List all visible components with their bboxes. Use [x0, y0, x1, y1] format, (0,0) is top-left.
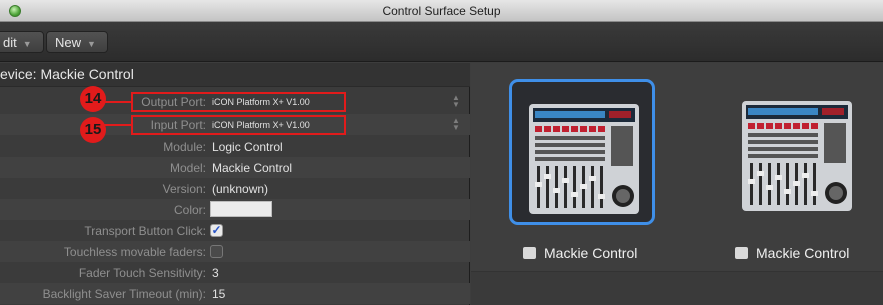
- transport-click-row: Transport Button Click: ✓: [0, 220, 470, 241]
- color-label: Color:: [173, 203, 206, 217]
- annotation-badge-14: 14: [80, 86, 106, 112]
- module-label: Module:: [163, 140, 206, 154]
- new-menu-button[interactable]: New ▼: [46, 31, 108, 53]
- module-value: Logic Control: [212, 140, 283, 154]
- window-titlebar: Control Surface Setup: [0, 0, 883, 22]
- device-browser-footer: [471, 271, 883, 305]
- version-label: Version:: [162, 182, 206, 196]
- annotation-leader-line: [103, 101, 132, 103]
- touchless-faders-checkbox[interactable]: [210, 245, 223, 258]
- up-down-stepper-icon[interactable]: ▲ ▼: [452, 94, 460, 109]
- device-tag-icon: [523, 247, 536, 259]
- device-tag-icon: [735, 247, 748, 259]
- device-header: evice: Mackie Control: [0, 63, 470, 87]
- color-row: Color:: [0, 199, 470, 220]
- edit-menu-label: dit: [3, 35, 17, 50]
- transport-click-label: Transport Button Click:: [84, 224, 206, 238]
- input-port-highlight: [131, 115, 346, 135]
- version-value: (unknown): [212, 182, 269, 196]
- annotation-badge-15: 15: [80, 117, 106, 143]
- version-row: Version: (unknown): [0, 178, 470, 199]
- device-tile-mackie-selected[interactable]: [509, 79, 655, 225]
- fader-touch-value[interactable]: 3: [212, 266, 219, 280]
- backlight-row[interactable]: Backlight Saver Timeout (min): 15: [0, 283, 470, 304]
- up-down-stepper-icon[interactable]: ▲ ▼: [452, 117, 460, 132]
- chevron-down-icon: ▼: [22, 39, 32, 49]
- module-row: Module: Logic Control: [0, 136, 470, 157]
- model-label: Model:: [169, 161, 206, 175]
- fader-touch-label: Fader Touch Sensitivity:: [78, 266, 206, 280]
- touchless-faders-label: Touchless movable faders:: [63, 245, 206, 259]
- transport-click-checkbox[interactable]: ✓: [210, 224, 223, 237]
- window-title: Control Surface Setup: [382, 4, 501, 18]
- backlight-label: Backlight Saver Timeout (min):: [42, 287, 206, 301]
- toolbar: dit ▼ New ▼: [0, 22, 883, 62]
- edit-menu-button[interactable]: dit ▼: [0, 31, 44, 53]
- color-swatch[interactable]: [210, 201, 272, 217]
- device-label[interactable]: Mackie Control: [735, 245, 849, 261]
- mackie-control-device-icon: [742, 101, 852, 211]
- device-name: Mackie Control: [544, 245, 638, 261]
- fader-touch-row[interactable]: Fader Touch Sensitivity: 3: [0, 262, 470, 283]
- touchless-faders-row: Touchless movable faders:: [0, 241, 470, 262]
- backlight-value[interactable]: 15: [212, 287, 225, 301]
- mackie-control-device-icon: [529, 104, 639, 214]
- annotation-leader-line: [103, 124, 132, 126]
- device-browser-pane: Mackie Control Mackie Control: [471, 63, 883, 305]
- device-label-selected[interactable]: Mackie Control: [523, 245, 637, 261]
- device-name: Mackie Control: [756, 245, 850, 261]
- device-tile-mackie[interactable]: [725, 79, 871, 225]
- output-port-highlight: [131, 92, 346, 112]
- model-value: Mackie Control: [212, 161, 293, 175]
- new-menu-label: New: [55, 35, 82, 50]
- chevron-down-icon: ▼: [87, 39, 96, 49]
- model-row: Model: Mackie Control: [0, 157, 470, 178]
